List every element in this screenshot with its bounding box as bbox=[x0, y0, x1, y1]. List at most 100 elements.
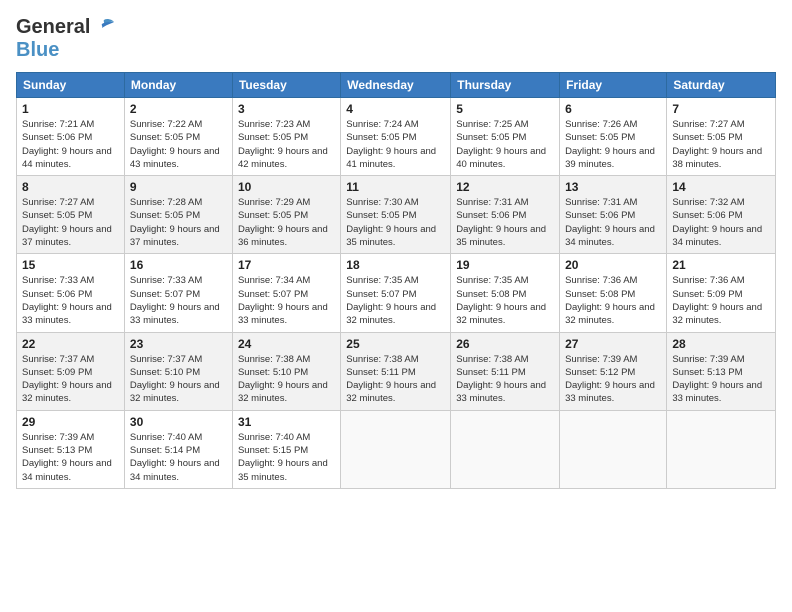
sunrise-text: Sunrise: 7:36 AM bbox=[672, 275, 744, 286]
day-number: 12 bbox=[456, 180, 554, 194]
day-number: 21 bbox=[672, 258, 770, 272]
sunset-text: Sunset: 5:05 PM bbox=[346, 132, 416, 143]
sunset-text: Sunset: 5:05 PM bbox=[22, 210, 92, 221]
day-number: 4 bbox=[346, 102, 445, 116]
sunrise-text: Sunrise: 7:38 AM bbox=[238, 354, 310, 365]
day-info: Sunrise: 7:35 AM Sunset: 5:08 PM Dayligh… bbox=[456, 274, 554, 327]
day-info: Sunrise: 7:38 AM Sunset: 5:11 PM Dayligh… bbox=[346, 353, 445, 406]
sunset-text: Sunset: 5:10 PM bbox=[130, 367, 200, 378]
calendar-day-cell: 24 Sunrise: 7:38 AM Sunset: 5:10 PM Dayl… bbox=[232, 332, 340, 410]
sunrise-text: Sunrise: 7:40 AM bbox=[130, 432, 202, 443]
sunrise-text: Sunrise: 7:38 AM bbox=[456, 354, 528, 365]
daylight-text: Daylight: 9 hours and 32 minutes. bbox=[456, 302, 546, 326]
calendar-day-cell: 28 Sunrise: 7:39 AM Sunset: 5:13 PM Dayl… bbox=[667, 332, 776, 410]
day-info: Sunrise: 7:27 AM Sunset: 5:05 PM Dayligh… bbox=[672, 118, 770, 171]
daylight-text: Daylight: 9 hours and 34 minutes. bbox=[672, 224, 762, 248]
day-info: Sunrise: 7:38 AM Sunset: 5:11 PM Dayligh… bbox=[456, 353, 554, 406]
day-of-week-header: Tuesday bbox=[232, 73, 340, 98]
day-info: Sunrise: 7:40 AM Sunset: 5:14 PM Dayligh… bbox=[130, 431, 227, 484]
sunrise-text: Sunrise: 7:27 AM bbox=[22, 197, 94, 208]
day-info: Sunrise: 7:30 AM Sunset: 5:05 PM Dayligh… bbox=[346, 196, 445, 249]
daylight-text: Daylight: 9 hours and 33 minutes. bbox=[456, 380, 546, 404]
calendar-day-cell: 31 Sunrise: 7:40 AM Sunset: 5:15 PM Dayl… bbox=[232, 410, 340, 488]
header: General Blue bbox=[16, 16, 776, 62]
calendar-day-cell bbox=[560, 410, 667, 488]
day-number: 15 bbox=[22, 258, 119, 272]
daylight-text: Daylight: 9 hours and 32 minutes. bbox=[130, 380, 220, 404]
day-number: 20 bbox=[565, 258, 661, 272]
calendar-day-cell: 14 Sunrise: 7:32 AM Sunset: 5:06 PM Dayl… bbox=[667, 176, 776, 254]
daylight-text: Daylight: 9 hours and 34 minutes. bbox=[22, 458, 112, 482]
calendar-day-cell: 11 Sunrise: 7:30 AM Sunset: 5:05 PM Dayl… bbox=[341, 176, 451, 254]
sunset-text: Sunset: 5:11 PM bbox=[456, 367, 526, 378]
day-number: 18 bbox=[346, 258, 445, 272]
sunset-text: Sunset: 5:07 PM bbox=[238, 289, 308, 300]
day-number: 2 bbox=[130, 102, 227, 116]
calendar-day-cell: 8 Sunrise: 7:27 AM Sunset: 5:05 PM Dayli… bbox=[17, 176, 125, 254]
calendar-day-cell: 7 Sunrise: 7:27 AM Sunset: 5:05 PM Dayli… bbox=[667, 98, 776, 176]
calendar-day-cell: 12 Sunrise: 7:31 AM Sunset: 5:06 PM Dayl… bbox=[451, 176, 560, 254]
calendar-day-cell: 15 Sunrise: 7:33 AM Sunset: 5:06 PM Dayl… bbox=[17, 254, 125, 332]
day-number: 31 bbox=[238, 415, 335, 429]
sunset-text: Sunset: 5:10 PM bbox=[238, 367, 308, 378]
day-info: Sunrise: 7:27 AM Sunset: 5:05 PM Dayligh… bbox=[22, 196, 119, 249]
daylight-text: Daylight: 9 hours and 32 minutes. bbox=[346, 302, 436, 326]
day-number: 14 bbox=[672, 180, 770, 194]
day-number: 16 bbox=[130, 258, 227, 272]
day-number: 1 bbox=[22, 102, 119, 116]
calendar-day-cell: 1 Sunrise: 7:21 AM Sunset: 5:06 PM Dayli… bbox=[17, 98, 125, 176]
day-info: Sunrise: 7:32 AM Sunset: 5:06 PM Dayligh… bbox=[672, 196, 770, 249]
sunset-text: Sunset: 5:07 PM bbox=[346, 289, 416, 300]
sunrise-text: Sunrise: 7:26 AM bbox=[565, 119, 637, 130]
daylight-text: Daylight: 9 hours and 32 minutes. bbox=[346, 380, 436, 404]
calendar-day-cell: 23 Sunrise: 7:37 AM Sunset: 5:10 PM Dayl… bbox=[124, 332, 232, 410]
day-number: 22 bbox=[22, 337, 119, 351]
sunrise-text: Sunrise: 7:39 AM bbox=[22, 432, 94, 443]
day-of-week-header: Friday bbox=[560, 73, 667, 98]
daylight-text: Daylight: 9 hours and 35 minutes. bbox=[238, 458, 328, 482]
sunrise-text: Sunrise: 7:27 AM bbox=[672, 119, 744, 130]
sunset-text: Sunset: 5:12 PM bbox=[565, 367, 635, 378]
sunrise-text: Sunrise: 7:22 AM bbox=[130, 119, 202, 130]
daylight-text: Daylight: 9 hours and 32 minutes. bbox=[238, 380, 328, 404]
sunset-text: Sunset: 5:06 PM bbox=[22, 289, 92, 300]
calendar-day-cell bbox=[451, 410, 560, 488]
daylight-text: Daylight: 9 hours and 39 minutes. bbox=[565, 146, 655, 170]
calendar-week-row: 15 Sunrise: 7:33 AM Sunset: 5:06 PM Dayl… bbox=[17, 254, 776, 332]
daylight-text: Daylight: 9 hours and 34 minutes. bbox=[130, 458, 220, 482]
daylight-text: Daylight: 9 hours and 40 minutes. bbox=[456, 146, 546, 170]
day-number: 11 bbox=[346, 180, 445, 194]
sunrise-text: Sunrise: 7:21 AM bbox=[22, 119, 94, 130]
day-of-week-header: Sunday bbox=[17, 73, 125, 98]
sunrise-text: Sunrise: 7:23 AM bbox=[238, 119, 310, 130]
day-number: 13 bbox=[565, 180, 661, 194]
calendar-day-cell: 6 Sunrise: 7:26 AM Sunset: 5:05 PM Dayli… bbox=[560, 98, 667, 176]
day-of-week-header: Monday bbox=[124, 73, 232, 98]
day-number: 7 bbox=[672, 102, 770, 116]
day-number: 24 bbox=[238, 337, 335, 351]
day-info: Sunrise: 7:35 AM Sunset: 5:07 PM Dayligh… bbox=[346, 274, 445, 327]
day-info: Sunrise: 7:31 AM Sunset: 5:06 PM Dayligh… bbox=[565, 196, 661, 249]
day-number: 3 bbox=[238, 102, 335, 116]
calendar-day-cell: 5 Sunrise: 7:25 AM Sunset: 5:05 PM Dayli… bbox=[451, 98, 560, 176]
sunrise-text: Sunrise: 7:37 AM bbox=[22, 354, 94, 365]
daylight-text: Daylight: 9 hours and 43 minutes. bbox=[130, 146, 220, 170]
sunset-text: Sunset: 5:05 PM bbox=[130, 132, 200, 143]
sunrise-text: Sunrise: 7:34 AM bbox=[238, 275, 310, 286]
day-info: Sunrise: 7:40 AM Sunset: 5:15 PM Dayligh… bbox=[238, 431, 335, 484]
calendar-day-cell: 16 Sunrise: 7:33 AM Sunset: 5:07 PM Dayl… bbox=[124, 254, 232, 332]
sunrise-text: Sunrise: 7:36 AM bbox=[565, 275, 637, 286]
sunrise-text: Sunrise: 7:37 AM bbox=[130, 354, 202, 365]
daylight-text: Daylight: 9 hours and 35 minutes. bbox=[456, 224, 546, 248]
calendar-week-row: 1 Sunrise: 7:21 AM Sunset: 5:06 PM Dayli… bbox=[17, 98, 776, 176]
day-info: Sunrise: 7:33 AM Sunset: 5:06 PM Dayligh… bbox=[22, 274, 119, 327]
logo-bird-icon bbox=[92, 18, 116, 38]
calendar-header-row: SundayMondayTuesdayWednesdayThursdayFrid… bbox=[17, 73, 776, 98]
day-of-week-header: Wednesday bbox=[341, 73, 451, 98]
logo: General Blue bbox=[16, 16, 116, 62]
day-info: Sunrise: 7:24 AM Sunset: 5:05 PM Dayligh… bbox=[346, 118, 445, 171]
day-number: 25 bbox=[346, 337, 445, 351]
day-number: 26 bbox=[456, 337, 554, 351]
logo-general: General bbox=[16, 16, 90, 39]
calendar-day-cell: 30 Sunrise: 7:40 AM Sunset: 5:14 PM Dayl… bbox=[124, 410, 232, 488]
